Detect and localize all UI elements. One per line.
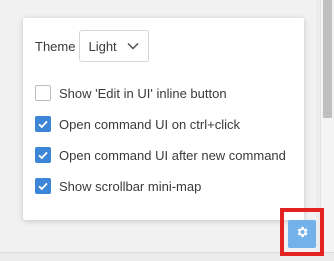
theme-selected-value: Light: [88, 38, 117, 54]
option-ctrl-click[interactable]: Open command UI on ctrl+click: [35, 115, 240, 133]
settings-toggle-button[interactable]: [288, 220, 316, 248]
scrollbar-thumb[interactable]: [323, 0, 332, 118]
option-scrollbar-minimap[interactable]: Show scrollbar mini-map: [35, 177, 201, 195]
chevron-down-icon: [126, 39, 140, 53]
checkmark-icon: [38, 182, 48, 191]
settings-panel: Theme Light Show 'Edit in UI' inline but…: [23, 18, 304, 220]
checkbox-after-new-command[interactable]: [35, 147, 51, 163]
gear-icon: [295, 225, 309, 244]
option-after-new-command[interactable]: Open command UI after new command: [35, 146, 286, 164]
divider: [0, 252, 334, 253]
checkmark-icon: [38, 151, 48, 160]
option-label: Show 'Edit in UI' inline button: [59, 85, 227, 101]
checkmark-icon: [38, 120, 48, 129]
option-edit-in-ui[interactable]: Show 'Edit in UI' inline button: [35, 84, 227, 102]
theme-label: Theme: [35, 38, 76, 54]
checkbox-ctrl-click[interactable]: [35, 116, 51, 132]
checkbox-scrollbar-minimap[interactable]: [35, 178, 51, 194]
option-label: Open command UI after new command: [59, 147, 286, 163]
option-label: Show scrollbar mini-map: [59, 178, 202, 194]
theme-select[interactable]: Light: [79, 30, 150, 62]
option-label: Open command UI on ctrl+click: [59, 116, 240, 132]
checkbox-edit-in-ui[interactable]: [35, 85, 51, 101]
theme-row: Theme Light: [35, 30, 150, 62]
